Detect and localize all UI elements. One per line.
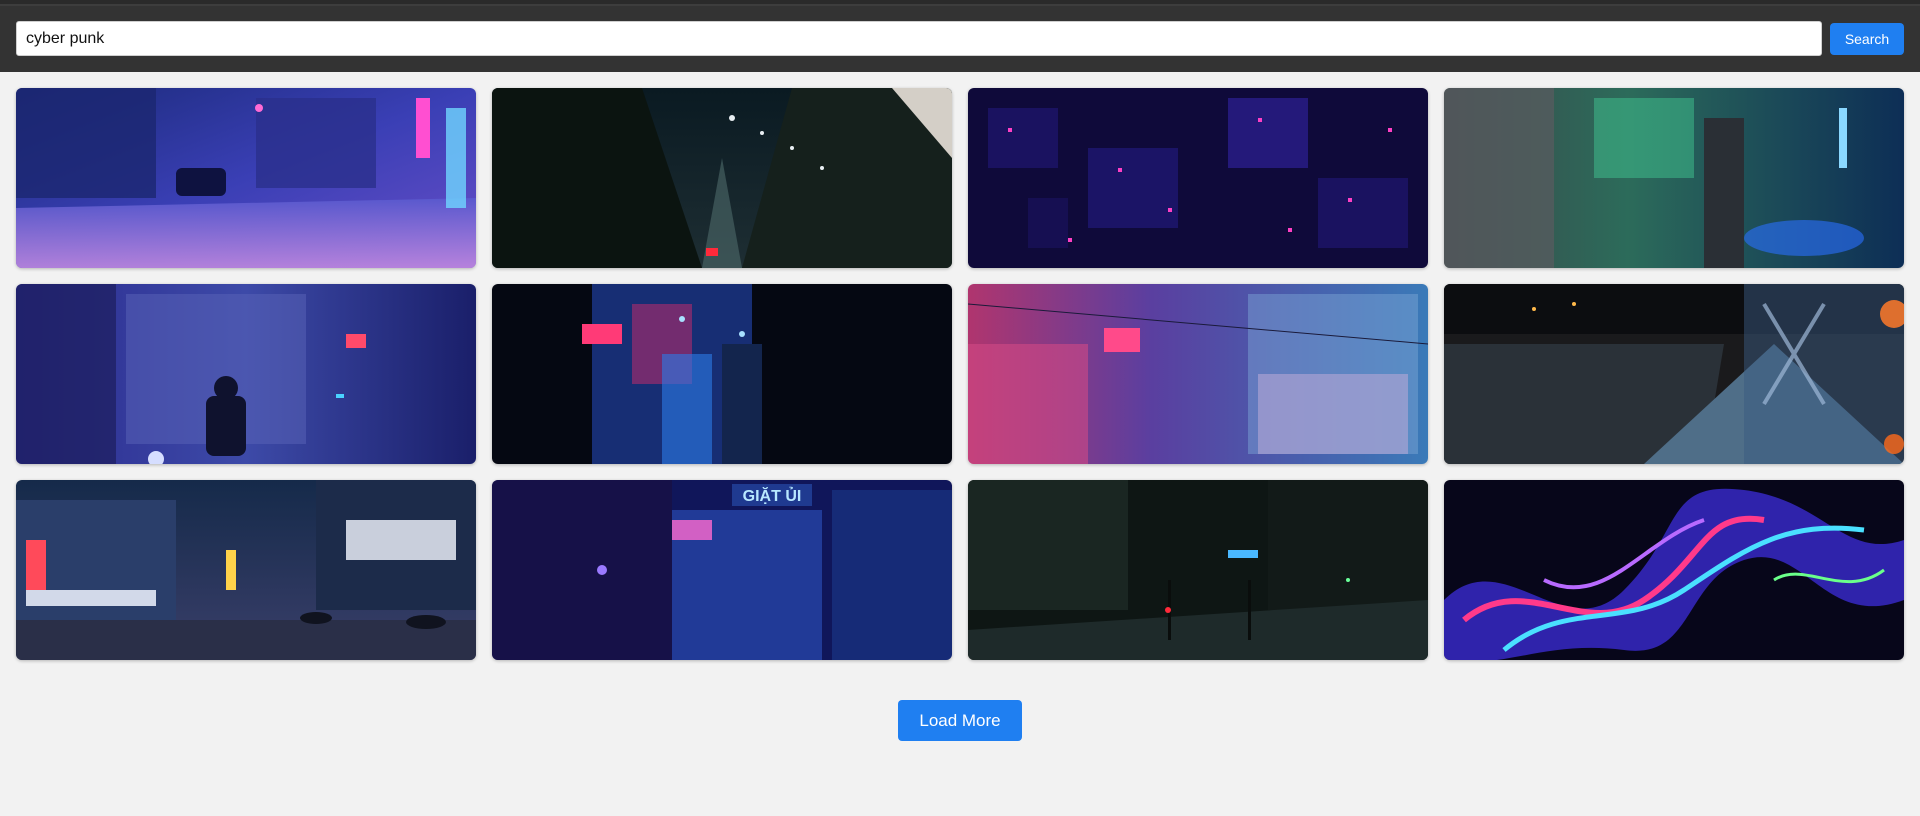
gallery-image[interactable] bbox=[968, 284, 1428, 464]
gallery-image[interactable] bbox=[16, 284, 476, 464]
gallery-image[interactable] bbox=[1444, 480, 1904, 660]
gallery-image[interactable] bbox=[968, 480, 1428, 660]
gallery-image[interactable] bbox=[1444, 88, 1904, 268]
gallery-image[interactable] bbox=[16, 88, 476, 268]
load-more-button[interactable]: Load More bbox=[898, 700, 1022, 741]
search-input[interactable] bbox=[16, 21, 1822, 56]
gallery-image[interactable] bbox=[1444, 284, 1904, 464]
search-button[interactable]: Search bbox=[1830, 23, 1904, 55]
gallery-image[interactable] bbox=[16, 480, 476, 660]
gallery-image[interactable] bbox=[492, 88, 952, 268]
gallery-image[interactable] bbox=[492, 284, 952, 464]
svg-text:GIẶT ỦI: GIẶT ỦI bbox=[743, 486, 802, 505]
image-gallery: GIẶT ỦI bbox=[16, 88, 1904, 660]
gallery-image[interactable]: GIẶT ỦI bbox=[492, 480, 952, 660]
top-bar: Search bbox=[0, 0, 1920, 72]
gallery-image[interactable] bbox=[968, 88, 1428, 268]
